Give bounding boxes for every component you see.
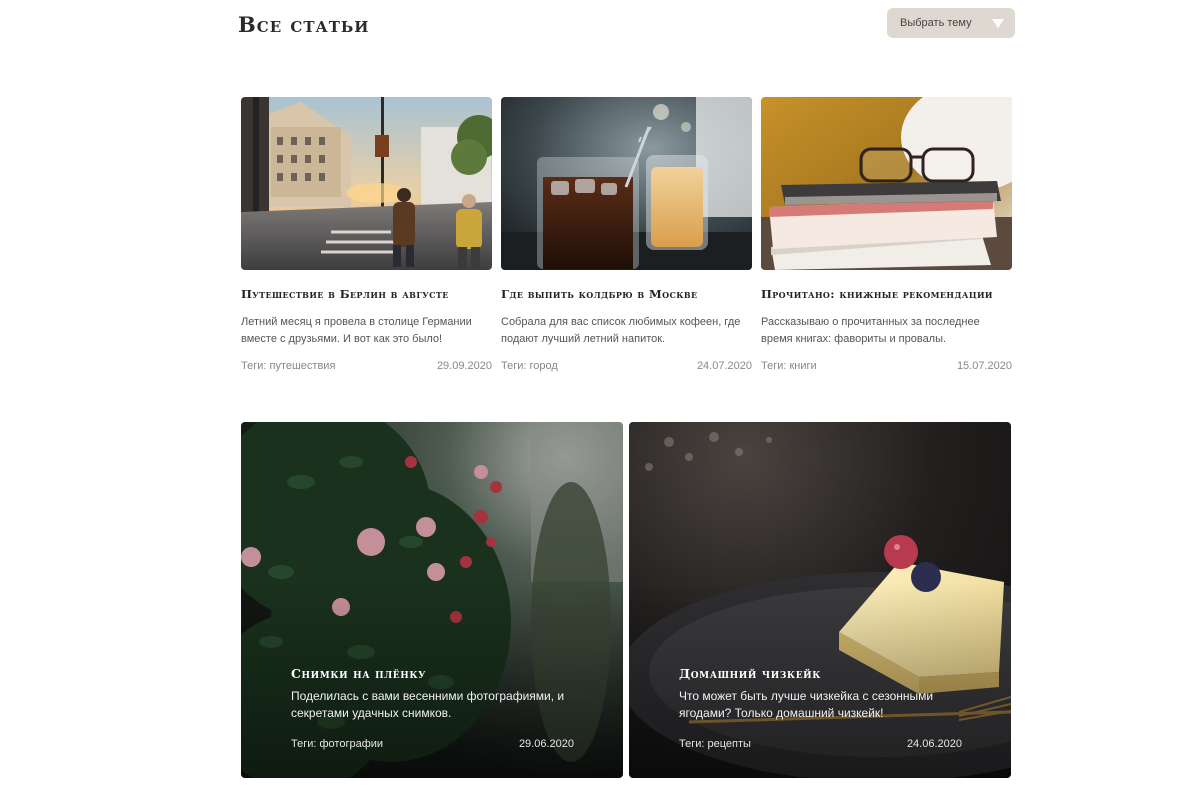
featured-date: 29.06.2020 bbox=[518, 738, 574, 750]
featured-date: 24.06.2020 bbox=[906, 738, 962, 750]
article-date: 15.07.2020 bbox=[956, 360, 1012, 372]
article-description: Летний месяц я провела в столице Германи… bbox=[241, 316, 472, 345]
featured-meta: Теги: фотографии 29.06.2020 bbox=[291, 738, 574, 752]
article-description: Собрала для вас список любимых кофеен, г… bbox=[501, 316, 741, 345]
article-image-berlin[interactable] bbox=[241, 97, 492, 270]
article-meta: Теги: путешествия 29.09.2020 bbox=[241, 360, 492, 374]
article-meta: Теги: город 24.07.2020 bbox=[501, 360, 752, 374]
article-title[interactable]: Где выпить колдбрю в Москве bbox=[501, 287, 781, 301]
article-tags[interactable]: Теги: путешествия bbox=[241, 360, 335, 372]
page-header: Все статьи Выбрать тему bbox=[238, 8, 1015, 40]
featured-meta: Теги: рецепты 24.06.2020 bbox=[679, 738, 962, 752]
featured-tags[interactable]: Теги: рецепты bbox=[679, 738, 751, 750]
topic-select-label: Выбрать тему bbox=[900, 17, 972, 29]
featured-tags[interactable]: Теги: фотографии bbox=[291, 738, 383, 750]
featured-description: Поделилась с вами весенними фотографиями… bbox=[291, 689, 565, 720]
article-tags[interactable]: Теги: книги bbox=[761, 360, 817, 372]
featured-card[interactable]: Снимки на плёнку Поделилась с вами весен… bbox=[241, 422, 623, 778]
article-date: 29.09.2020 bbox=[436, 360, 492, 372]
chevron-down-icon bbox=[992, 19, 1004, 28]
article-title[interactable]: Путешествие в Берлин в августе bbox=[241, 287, 521, 301]
article-description: Рассказываю о прочитанных за последнее в… bbox=[761, 316, 980, 345]
image-shade bbox=[629, 422, 1011, 778]
article-tags[interactable]: Теги: город bbox=[501, 360, 558, 372]
article-card[interactable]: Путешествие в Берлин в августе Летний ме… bbox=[241, 97, 492, 372]
article-card[interactable]: Где выпить колдбрю в Москве Собрала для … bbox=[501, 97, 752, 372]
featured-title[interactable]: Домашний чизкейк bbox=[679, 666, 821, 681]
topic-select[interactable]: Выбрать тему bbox=[887, 8, 1015, 38]
article-image-coldbrew[interactable] bbox=[501, 97, 752, 270]
article-image-books[interactable] bbox=[761, 97, 1012, 270]
page-title: Все статьи bbox=[238, 12, 370, 37]
article-date: 24.07.2020 bbox=[696, 360, 752, 372]
article-title[interactable]: Прочитано: книжные рекомендации bbox=[761, 287, 1041, 301]
article-meta: Теги: книги 15.07.2020 bbox=[761, 360, 1012, 374]
article-card[interactable]: Прочитано: книжные рекомендации Рассказы… bbox=[761, 97, 1012, 372]
featured-title[interactable]: Снимки на плёнку bbox=[291, 666, 426, 681]
featured-card[interactable]: Домашний чизкейк Что может быть лучше чи… bbox=[629, 422, 1011, 778]
image-shade bbox=[241, 422, 623, 778]
featured-description: Что может быть лучше чизкейка с сезонным… bbox=[679, 689, 934, 720]
